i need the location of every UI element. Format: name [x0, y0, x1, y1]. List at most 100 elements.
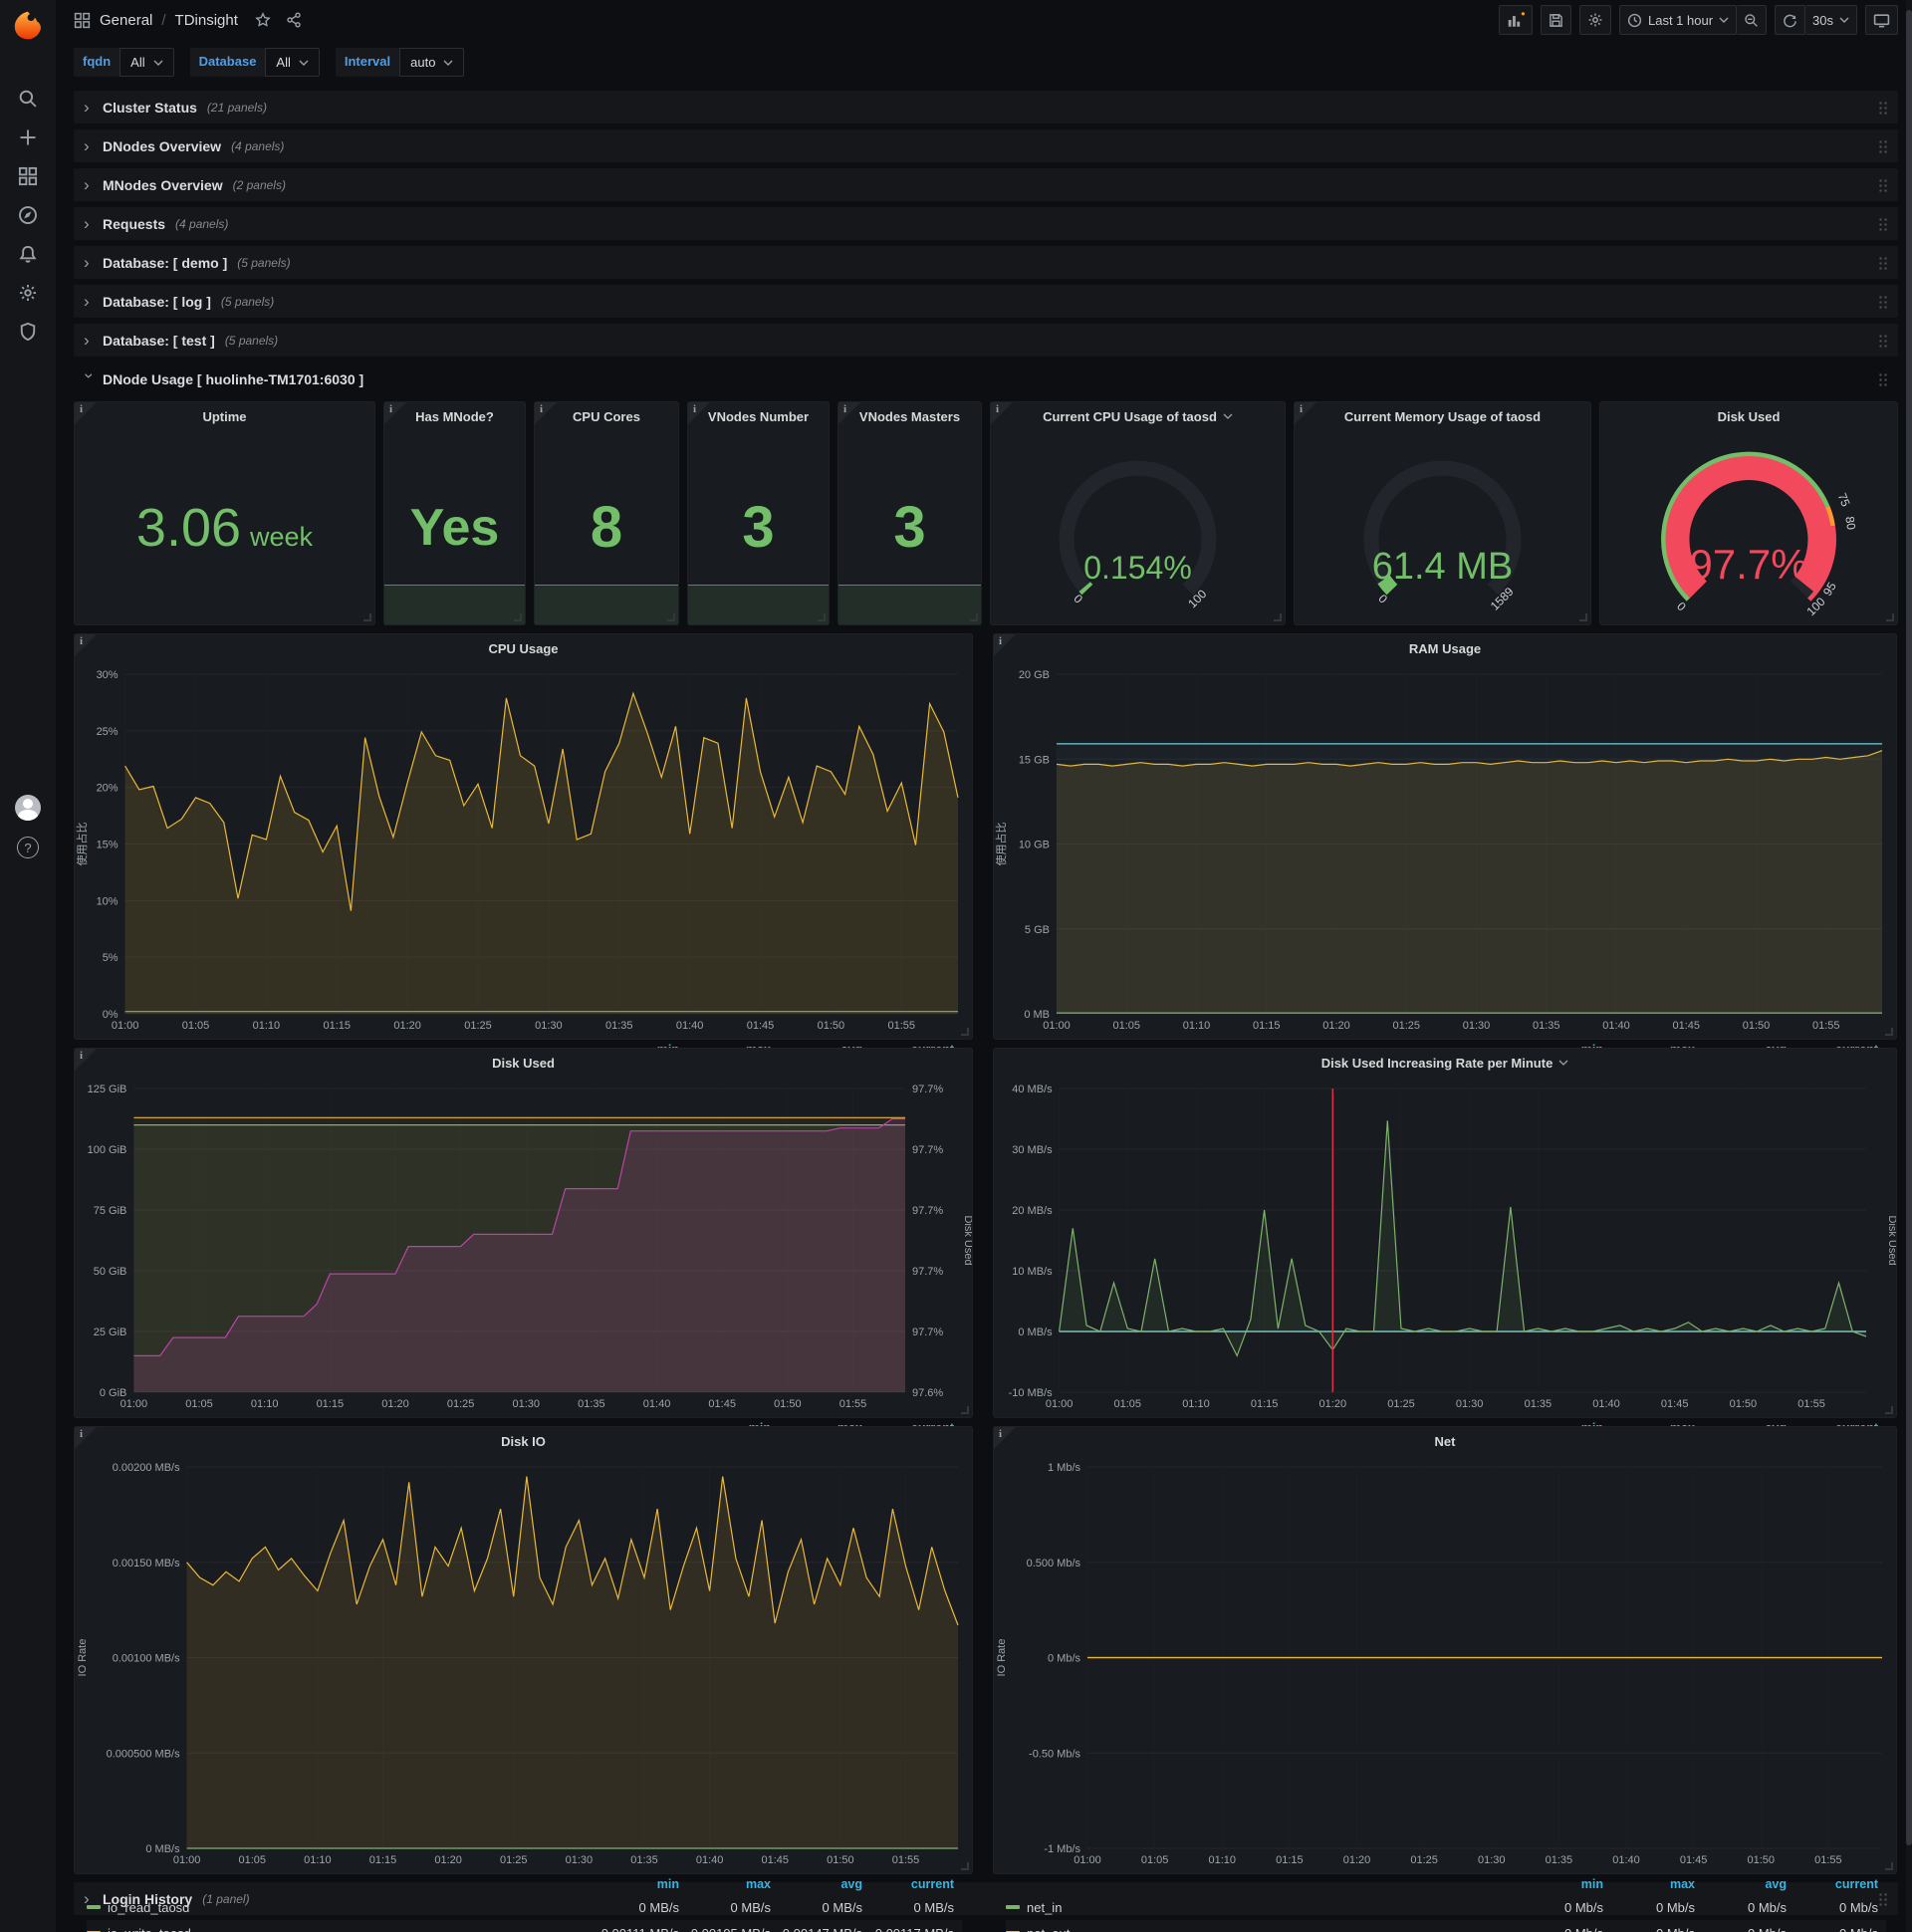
svg-text:0 MB: 0 MB — [1024, 1009, 1050, 1021]
dashboard-row[interactable]: › Database: [ demo ] (5 panels) — [74, 246, 1898, 279]
info-icon[interactable]: i — [994, 1427, 1016, 1449]
svg-text:01:40: 01:40 — [1612, 1854, 1640, 1866]
panel-title[interactable]: Disk Used — [75, 1049, 972, 1077]
star-icon[interactable] — [255, 12, 271, 28]
svg-text:01:50: 01:50 — [774, 1398, 802, 1410]
help-icon[interactable]: ? — [17, 837, 39, 858]
variable-fqdn: fqdn All — [74, 48, 174, 77]
breadcrumb-folder[interactable]: General — [100, 12, 152, 29]
configuration-gear-icon[interactable] — [17, 282, 39, 304]
dashboard-row[interactable]: › Cluster Status (21 panels) — [74, 91, 1898, 123]
time-series-chart[interactable]: 01:00 01:05 01:10 01:15 01:20 01:25 01:30 01:35… — [75, 1455, 972, 1873]
chevron-right-icon: › — [84, 331, 90, 350]
svg-text:01:15: 01:15 — [317, 1398, 345, 1410]
legend-value: 0 Mb/s — [1563, 1899, 1603, 1915]
row-panel-count: (4 panels) — [175, 216, 229, 231]
panel-title[interactable]: Uptime — [75, 402, 374, 430]
svg-text:20 GB: 20 GB — [1019, 669, 1050, 681]
info-icon[interactable]: i — [75, 402, 97, 424]
avatar-icon[interactable] — [15, 795, 41, 821]
refresh-interval-picker[interactable]: 30s — [1805, 5, 1857, 35]
panel-title[interactable]: Disk Used — [1600, 402, 1897, 430]
dashboard-row[interactable]: › Requests (4 panels) — [74, 207, 1898, 240]
variable-database-value[interactable]: All — [265, 48, 320, 77]
legend-value: 0 MB/s — [730, 1899, 771, 1915]
search-icon[interactable] — [17, 88, 39, 110]
scrollbar-thumb[interactable] — [1906, 10, 1912, 1845]
info-icon[interactable]: i — [688, 402, 710, 424]
svg-text:97.6%: 97.6% — [912, 1387, 943, 1399]
dashboard-row[interactable]: › DNodes Overview (4 panels) — [74, 129, 1898, 162]
drag-handle-dots-icon[interactable] — [1878, 100, 1888, 115]
svg-text:01:15: 01:15 — [323, 1020, 351, 1032]
zoom-out-button[interactable] — [1737, 5, 1768, 35]
main-content: General / TDinsight Last 1 hour 30s fqdn… — [56, 0, 1912, 1932]
legend-series-toggle[interactable]: io_write_taosd — [87, 1926, 596, 1932]
svg-text:61.4 MB: 61.4 MB — [1372, 546, 1514, 588]
dashboard-settings-button[interactable] — [1578, 5, 1611, 35]
explore-compass-icon[interactable] — [17, 204, 39, 226]
drag-handle-dots-icon[interactable] — [1878, 333, 1888, 348]
svg-text:01:35: 01:35 — [1546, 1854, 1573, 1866]
panel-title[interactable]: Disk Used Increasing Rate per Minute — [994, 1049, 1896, 1077]
dashboard-row[interactable]: › Database: [ log ] (5 panels) — [74, 285, 1898, 318]
info-icon[interactable]: i — [1295, 402, 1316, 424]
info-icon[interactable]: i — [991, 402, 1013, 424]
time-series-chart[interactable]: 01:00 01:05 01:10 01:15 01:20 01:25 01:30 01:35… — [994, 1077, 1898, 1417]
variable-interval-value[interactable]: auto — [399, 48, 465, 77]
grafana-logo[interactable] — [0, 0, 56, 52]
panel-title[interactable]: Current Memory Usage of taosd — [1295, 402, 1590, 430]
panel-cpu-cores: i CPU Cores 8 — [534, 401, 679, 625]
dashboard-row[interactable]: › MNodes Overview (2 panels) — [74, 168, 1898, 201]
dashboards-grid-icon[interactable] — [17, 165, 39, 187]
share-icon[interactable] — [286, 12, 302, 28]
drag-handle-dots-icon[interactable] — [1878, 255, 1888, 270]
svg-text:25 GiB: 25 GiB — [94, 1327, 127, 1338]
dashboard-row[interactable]: › Database: [ test ] (5 panels) — [74, 324, 1898, 357]
info-icon[interactable]: i — [384, 402, 406, 424]
drag-handle-dots-icon[interactable] — [1878, 216, 1888, 231]
svg-text:01:55: 01:55 — [892, 1854, 920, 1866]
alerting-bell-icon[interactable] — [17, 243, 39, 265]
stat-gauge-row: i Uptime 3.06 week i Has MNode? Yes i CPU… — [74, 401, 1898, 625]
info-icon[interactable]: i — [75, 1427, 97, 1449]
time-range-picker[interactable]: Last 1 hour — [1618, 5, 1738, 35]
row-title: Database: [ test ] — [103, 332, 215, 349]
panel-title[interactable]: RAM Usage — [994, 634, 1896, 662]
legend-series-toggle[interactable]: io_read_taosd — [87, 1900, 596, 1915]
variable-fqdn-value[interactable]: All — [120, 48, 174, 77]
drag-handle-dots-icon[interactable] — [1878, 371, 1888, 386]
info-icon[interactable]: i — [994, 634, 1016, 656]
info-icon[interactable]: i — [838, 402, 860, 424]
svg-text:75: 75 — [1835, 491, 1853, 509]
time-range-label: Last 1 hour — [1647, 12, 1714, 28]
stat-value: 8 — [590, 495, 623, 560]
panel-title[interactable]: Net — [994, 1427, 1896, 1455]
cycle-view-tv-button[interactable] — [1865, 5, 1898, 35]
time-series-chart[interactable]: 01:00 01:05 01:10 01:15 01:20 01:25 01:30 01:35… — [994, 662, 1896, 1039]
panel-title[interactable]: Current CPU Usage of taosd — [991, 402, 1285, 430]
info-icon[interactable]: i — [75, 634, 97, 656]
time-series-chart[interactable]: 01:00 01:05 01:10 01:15 01:20 01:25 01:30 01:35… — [75, 1077, 974, 1417]
save-dashboard-button[interactable] — [1540, 5, 1571, 35]
time-series-chart[interactable]: 01:00 01:05 01:10 01:15 01:20 01:25 01:30 01:35… — [75, 662, 972, 1039]
add-panel-button[interactable] — [1498, 5, 1533, 35]
panel-title[interactable]: Disk IO — [75, 1427, 972, 1455]
legend-header: minmaxavgcurrent — [1580, 1876, 1878, 1891]
refresh-button[interactable] — [1775, 5, 1806, 35]
dashboard-row-dnode-usage[interactable]: › DNode Usage [ huolinhe-TM1701:6030 ] — [74, 362, 1898, 395]
legend-series-toggle[interactable]: net_out — [1006, 1926, 1520, 1932]
info-icon[interactable]: i — [75, 1049, 97, 1071]
panel-title[interactable]: CPU Usage — [75, 634, 972, 662]
info-icon[interactable]: i — [535, 402, 557, 424]
svg-text:30%: 30% — [97, 669, 119, 681]
svg-text:01:25: 01:25 — [1393, 1020, 1421, 1032]
drag-handle-dots-icon[interactable] — [1878, 177, 1888, 192]
legend-series-toggle[interactable]: net_in — [1006, 1900, 1520, 1915]
drag-handle-dots-icon[interactable] — [1878, 294, 1888, 309]
server-admin-shield-icon[interactable] — [17, 321, 39, 343]
drag-handle-dots-icon[interactable] — [1878, 138, 1888, 153]
plus-icon[interactable] — [17, 126, 39, 148]
breadcrumb-dashboard[interactable]: TDinsight — [175, 12, 238, 29]
time-series-chart[interactable]: 01:00 01:05 01:10 01:15 01:20 01:25 01:30 01:35… — [994, 1455, 1896, 1873]
